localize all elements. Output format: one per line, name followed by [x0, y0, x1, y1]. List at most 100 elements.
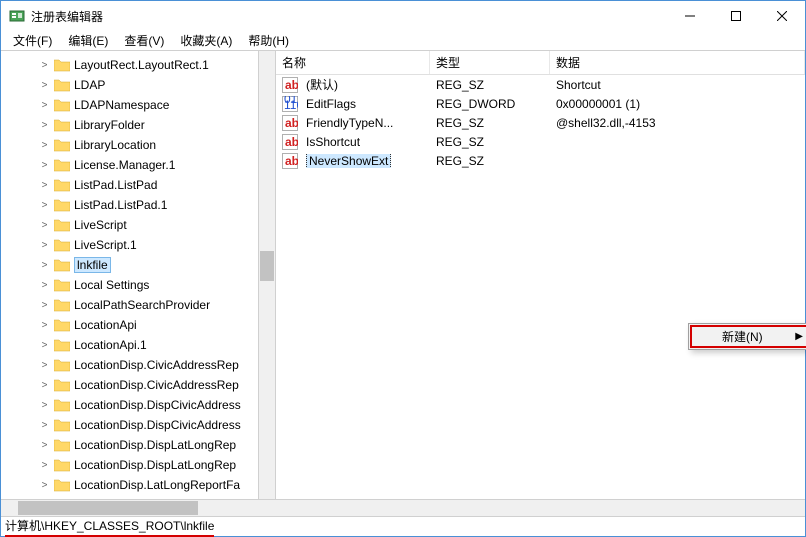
- menu-edit[interactable]: 编辑(E): [60, 30, 116, 51]
- expander-icon[interactable]: >: [39, 200, 50, 211]
- expander-icon[interactable]: >: [39, 160, 50, 171]
- cell-name: EditFlags: [300, 97, 430, 111]
- expander-icon[interactable]: >: [39, 460, 50, 471]
- tree-item-label: Local Settings: [74, 278, 149, 292]
- expander-icon[interactable]: >: [39, 400, 50, 411]
- list-pane: 名称 类型 数据 ab(默认)REG_SZShortcut011110EditF…: [276, 51, 805, 499]
- menu-help[interactable]: 帮助(H): [240, 30, 297, 51]
- list-row[interactable]: abNeverShowExtREG_SZ: [276, 151, 805, 170]
- expander-icon[interactable]: >: [39, 380, 50, 391]
- context-menu-new-item[interactable]: 新建(N) ▶: [690, 325, 806, 348]
- list-row[interactable]: abIsShortcutREG_SZ: [276, 132, 805, 151]
- list-header: 名称 类型 数据: [276, 51, 805, 75]
- menu-view[interactable]: 查看(V): [116, 30, 172, 51]
- expander-icon[interactable]: >: [39, 60, 50, 71]
- submenu-arrow-icon: ▶: [795, 331, 803, 342]
- col-name[interactable]: 名称: [276, 51, 430, 74]
- minimize-button[interactable]: [667, 1, 713, 31]
- tree-item[interactable]: > LibraryLocation: [1, 135, 258, 155]
- tree-item[interactable]: >LDAPNamespace: [1, 95, 258, 115]
- close-button[interactable]: [759, 1, 805, 31]
- expander-icon[interactable]: >: [39, 420, 50, 431]
- tree-item[interactable]: >LocationDisp.CivicAddressRep: [1, 375, 258, 395]
- folder-icon: [54, 98, 70, 112]
- folder-icon: [54, 458, 70, 472]
- svg-text:110: 110: [284, 98, 298, 112]
- tree-item[interactable]: > LocationDisp.DispCivicAddress: [1, 415, 258, 435]
- tree-vertical-scrollbar[interactable]: [258, 51, 275, 499]
- tree-item[interactable]: > LocationDisp.LatLongReportFa: [1, 475, 258, 495]
- expander-icon[interactable]: >: [39, 260, 50, 271]
- app-icon: [9, 8, 25, 24]
- tree-item-label: lnkfile: [74, 257, 111, 273]
- menu-favorites[interactable]: 收藏夹(A): [172, 30, 240, 51]
- tree-item[interactable]: >License.Manager.1: [1, 155, 258, 175]
- folder-icon: [54, 378, 70, 392]
- cell-name: FriendlyTypeN...: [300, 116, 430, 130]
- tree-item[interactable]: > LocationDisp.CivicAddressRep: [1, 355, 258, 375]
- tree-item[interactable]: >LiveScript.1: [1, 235, 258, 255]
- svg-text:ab: ab: [285, 135, 298, 149]
- expander-icon[interactable]: >: [39, 280, 50, 291]
- expander-icon[interactable]: >: [39, 120, 50, 131]
- tree-item[interactable]: >LocationApi: [1, 315, 258, 335]
- col-type[interactable]: 类型: [430, 51, 550, 74]
- expander-icon[interactable]: >: [39, 180, 50, 191]
- expander-icon[interactable]: >: [39, 140, 50, 151]
- cell-data: @shell32.dll,-4153: [550, 116, 805, 130]
- expander-icon[interactable]: >: [39, 80, 50, 91]
- expander-icon[interactable]: >: [39, 300, 50, 311]
- expander-icon[interactable]: >: [39, 100, 50, 111]
- tree-item[interactable]: >LocalPathSearchProvider: [1, 295, 258, 315]
- expander-icon[interactable]: >: [39, 440, 50, 451]
- value-icon: ab: [282, 77, 298, 93]
- folder-icon: [54, 58, 70, 72]
- list-view[interactable]: ab(默认)REG_SZShortcut011110EditFlagsREG_D…: [276, 75, 805, 499]
- folder-icon: [54, 158, 70, 172]
- tree-item-label: LibraryFolder: [74, 118, 145, 132]
- list-row[interactable]: abFriendlyTypeN...REG_SZ@shell32.dll,-41…: [276, 113, 805, 132]
- expander-icon[interactable]: >: [39, 220, 50, 231]
- tree-view[interactable]: >LayoutRect.LayoutRect.1>LDAP>LDAPNamesp…: [1, 51, 258, 499]
- tree-item[interactable]: >LayoutRect.LayoutRect.1: [1, 55, 258, 75]
- expander-icon[interactable]: >: [39, 320, 50, 331]
- status-path: 计算机\HKEY_CLASSES_ROOT\lnkfile: [5, 517, 214, 537]
- cell-type: REG_SZ: [430, 135, 550, 149]
- folder-icon: [54, 138, 70, 152]
- tree-item[interactable]: >LocationApi.1: [1, 335, 258, 355]
- tree-item-label: LocationDisp.LatLongReportFa: [74, 478, 240, 492]
- menu-file[interactable]: 文件(F): [5, 30, 60, 51]
- tree-item[interactable]: >LiveScript: [1, 215, 258, 235]
- tree-item[interactable]: >LocationDisp.DispCivicAddress: [1, 395, 258, 415]
- tree-item-label: ListPad.ListPad: [74, 178, 157, 192]
- expander-icon[interactable]: >: [39, 480, 50, 491]
- tree-item[interactable]: >LDAP: [1, 75, 258, 95]
- tree-horizontal-scrollbar[interactable]: [1, 500, 276, 516]
- col-data[interactable]: 数据: [550, 51, 805, 74]
- tree-item-label: LocationDisp.DispCivicAddress: [74, 418, 241, 432]
- tree-item[interactable]: > LibraryFolder: [1, 115, 258, 135]
- horizontal-scrollbar-area: [1, 499, 805, 516]
- expander-icon[interactable]: >: [39, 360, 50, 371]
- cell-data: 0x00000001 (1): [550, 97, 805, 111]
- value-icon: 011110: [282, 96, 298, 112]
- list-row[interactable]: 011110EditFlagsREG_DWORD0x00000001 (1): [276, 94, 805, 113]
- tree-item[interactable]: > Local Settings: [1, 275, 258, 295]
- expander-icon[interactable]: >: [39, 240, 50, 251]
- folder-icon: [54, 478, 70, 492]
- menubar: 文件(F) 编辑(E) 查看(V) 收藏夹(A) 帮助(H): [1, 31, 805, 51]
- list-row[interactable]: ab(默认)REG_SZShortcut: [276, 75, 805, 94]
- folder-icon: [54, 178, 70, 192]
- tree-item[interactable]: >LocationDisp.DispLatLongRep: [1, 455, 258, 475]
- tree-item[interactable]: >ListPad.ListPad.1: [1, 195, 258, 215]
- tree-item[interactable]: > lnkfile: [1, 255, 258, 275]
- expander-icon[interactable]: >: [39, 340, 50, 351]
- cell-type: REG_SZ: [430, 154, 550, 168]
- tree-item-label: LibraryLocation: [74, 138, 156, 152]
- maximize-button[interactable]: [713, 1, 759, 31]
- folder-icon: [54, 338, 70, 352]
- tree-item[interactable]: >LocationDisp.DispLatLongRep: [1, 435, 258, 455]
- tree-item-label: LocationDisp.CivicAddressRep: [74, 358, 239, 372]
- tree-item[interactable]: > ListPad.ListPad: [1, 175, 258, 195]
- folder-icon: [54, 398, 70, 412]
